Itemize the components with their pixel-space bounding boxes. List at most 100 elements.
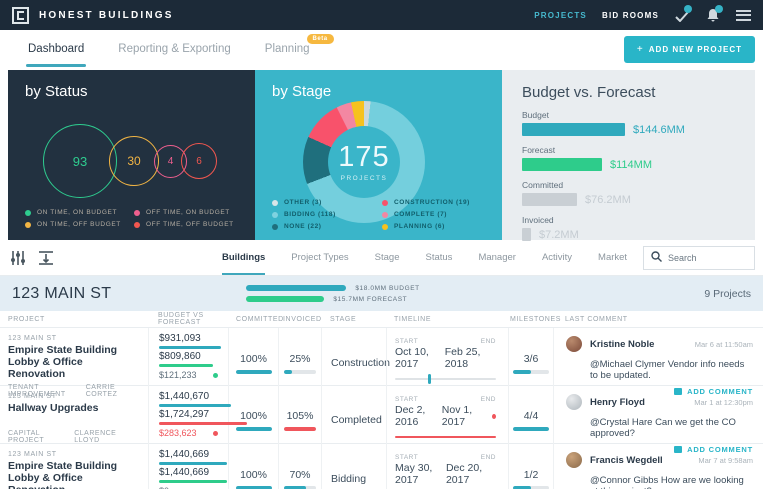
milestones-value: 1/2 xyxy=(524,469,539,481)
legend-dot xyxy=(382,200,388,206)
legend-item: OFF TIME, ON BUDGET xyxy=(134,209,243,216)
variance-over-indicator xyxy=(213,431,218,436)
end-label: END xyxy=(481,338,496,345)
search-icon xyxy=(651,249,662,267)
tab-manager[interactable]: Manager xyxy=(478,240,516,275)
legend-dot xyxy=(272,200,278,206)
beta-badge: Beta xyxy=(307,34,334,44)
project-name-link[interactable]: Empire State Building Lobby & Office Ren… xyxy=(8,344,140,380)
invoiced-percent: 25% xyxy=(289,353,310,365)
tab-market[interactable]: Market xyxy=(598,240,627,275)
stage-legend: OTHER (3) CONSTRUCTION (19) BIDDING (118… xyxy=(272,199,492,230)
budget-mini-bar xyxy=(159,404,231,407)
group-by-tabs: Buildings Project Types Stage Status Man… xyxy=(222,240,627,275)
legend-item: COMPLETE (7) xyxy=(382,211,492,218)
milestones-bar xyxy=(513,486,531,489)
add-new-project-button[interactable]: +ADD NEW PROJECT xyxy=(624,36,755,63)
milestones-bar xyxy=(513,370,531,374)
tab-planning[interactable]: Planning Beta xyxy=(265,32,310,66)
col-project: PROJECT xyxy=(0,316,148,323)
legend-item: BIDDING (118) xyxy=(272,211,382,218)
project-row: 123 MAIN ST Empire State Building Lobby … xyxy=(0,444,763,489)
tab-reporting-exporting[interactable]: Reporting & Exporting xyxy=(118,32,231,66)
avatar xyxy=(566,452,582,468)
search-box[interactable] xyxy=(643,246,755,270)
legend-dot xyxy=(25,222,31,228)
project-name-link[interactable]: Empire State Building Lobby & Office Ren… xyxy=(8,460,140,489)
bubble-on-time-on-budget[interactable]: 93 xyxy=(43,124,117,198)
budget-mini-bar xyxy=(159,462,227,465)
col-invoiced: INVOICED xyxy=(278,316,321,323)
comment-author[interactable]: Kristine Noble xyxy=(590,339,654,350)
end-date: Nov 1, 2017 xyxy=(442,404,488,428)
filter-bar: Buildings Project Types Stage Status Man… xyxy=(0,240,763,276)
tab-dashboard[interactable]: Dashboard xyxy=(28,32,84,66)
nav-projects[interactable]: PROJECTS xyxy=(534,11,587,20)
milestones-value: 3/6 xyxy=(524,353,539,365)
building-section-header: 123 MAIN ST $18.0MM BUDGET $15.7MM FOREC… xyxy=(0,276,763,311)
invoiced-value: $7.2MM xyxy=(539,229,579,241)
budget-vs-forecast-panel: Budget vs. Forecast Budget $144.6MM Fore… xyxy=(502,70,755,240)
start-label: START xyxy=(395,338,418,345)
variance-under-indicator xyxy=(213,373,218,378)
committed-bar xyxy=(236,486,272,489)
total-projects-count: 175 xyxy=(338,143,389,172)
committed-bar xyxy=(522,193,577,206)
comment-author[interactable]: Henry Floyd xyxy=(590,397,645,408)
avatar xyxy=(566,394,582,410)
budget-amount: $931,093 xyxy=(159,334,218,344)
invoiced-percent: 70% xyxy=(289,469,310,481)
comment-timestamp: Mar 7 at 9:58am xyxy=(698,456,753,465)
menu-icon[interactable] xyxy=(736,10,751,21)
budget-amount: $1,440,669 xyxy=(159,450,218,460)
legend-dot xyxy=(134,222,140,228)
sort-icon[interactable] xyxy=(38,250,54,266)
committed-percent: 100% xyxy=(240,469,267,481)
start-date: Oct 10, 2017 xyxy=(395,346,445,370)
forecast-mini-bar xyxy=(159,364,213,367)
table-header: PROJECT BUDGET VS FORECAST COMMITTED INV… xyxy=(0,311,763,328)
project-name-link[interactable]: Hallway Upgrades xyxy=(8,402,140,414)
committed-bar xyxy=(236,427,272,431)
notification-badge xyxy=(715,5,723,13)
comment-timestamp: Mar 6 at 11:50am xyxy=(695,340,753,349)
bubble-off-time-off-budget[interactable]: 6 xyxy=(181,143,217,179)
forecast-amount: $809,860 xyxy=(159,352,218,362)
status-bubble-chart: 93 30 4 6 xyxy=(43,122,238,200)
row-building: 123 MAIN ST xyxy=(8,335,140,342)
honest-buildings-logo[interactable] xyxy=(12,7,29,24)
comment-text: @Crystal Hare Can we get the CO approved… xyxy=(590,417,753,439)
timeline-track xyxy=(395,436,496,438)
building-title[interactable]: 123 MAIN ST xyxy=(12,285,111,303)
search-input[interactable] xyxy=(668,253,748,263)
forecast-amount: $1,440,669 xyxy=(159,468,218,478)
start-label: START xyxy=(395,454,418,461)
budget-value: $144.6MM xyxy=(633,124,685,136)
nav-bid-rooms[interactable]: BID ROOMS xyxy=(602,11,659,20)
legend-dot xyxy=(382,212,388,218)
bubble-on-time-off-budget[interactable]: 30 xyxy=(109,136,159,186)
invoiced-bar-label: Invoiced xyxy=(522,215,735,225)
tab-stage[interactable]: Stage xyxy=(375,240,400,275)
sliders-filter-icon[interactable] xyxy=(10,250,26,266)
col-milestones: MILESTONES xyxy=(508,316,553,323)
legend-dot xyxy=(272,224,278,230)
start-date: Dec 2, 2016 xyxy=(395,404,442,428)
legend-dot xyxy=(134,210,140,216)
tab-buildings[interactable]: Buildings xyxy=(222,240,265,275)
committed-percent: 100% xyxy=(240,353,267,365)
check-tasks-icon[interactable] xyxy=(674,8,690,22)
col-budget-vs-forecast: BUDGET VS FORECAST xyxy=(148,312,228,326)
milestones-bar xyxy=(513,427,549,431)
tab-activity[interactable]: Activity xyxy=(542,240,572,275)
tab-project-types[interactable]: Project Types xyxy=(291,240,348,275)
bell-icon[interactable] xyxy=(705,8,721,22)
budget-mini-bar xyxy=(159,346,221,349)
committed-value: $76.2MM xyxy=(585,194,631,206)
committed-bar xyxy=(236,370,272,374)
comment-author[interactable]: Francis Wegdell xyxy=(590,455,663,466)
tab-status[interactable]: Status xyxy=(426,240,453,275)
committed-percent: 100% xyxy=(240,410,267,422)
col-committed: COMMITTED xyxy=(228,316,278,323)
building-forecast-bar xyxy=(246,296,324,302)
